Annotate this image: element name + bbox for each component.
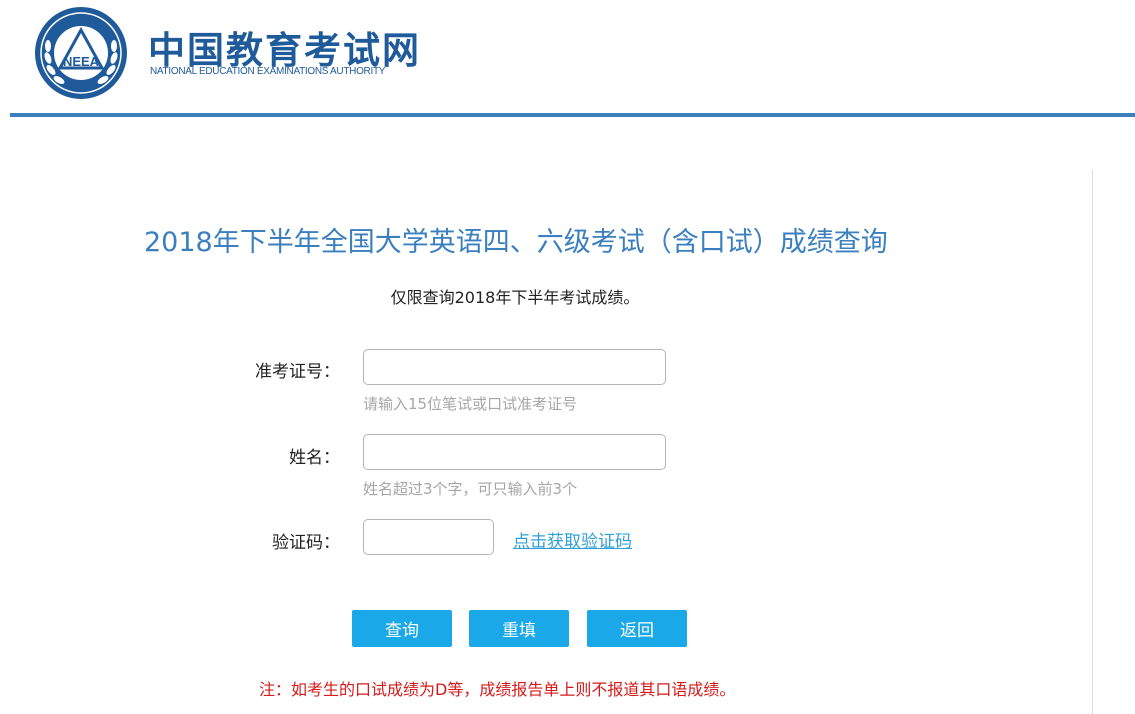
ticket-number-label: 准考证号： — [255, 362, 340, 382]
name-hint: 姓名超过3个字，可只输入前3个 — [363, 480, 578, 498]
reset-button[interactable]: 重填 — [469, 610, 569, 647]
emblem-label: NEEA — [63, 54, 100, 69]
name-label: 姓名： — [289, 448, 340, 468]
name-input[interactable] — [363, 434, 666, 470]
ticket-number-input[interactable] — [363, 349, 666, 385]
site-header: NEEA 中国教育考试网 NATIONAL EDUCATION EXAMINAT… — [0, 0, 1135, 118]
page: NEEA 中国教育考试网 NATIONAL EDUCATION EXAMINAT… — [0, 0, 1135, 714]
site-logo-subtitle: NATIONAL EDUCATION EXAMINATIONS AUTHORIT… — [150, 66, 386, 77]
page-title: 2018年下半年全国大学英语四、六级考试（含口试）成绩查询 — [144, 227, 888, 258]
header-divider — [10, 113, 1135, 117]
back-button[interactable]: 返回 — [587, 610, 687, 647]
captcha-input[interactable] — [363, 519, 494, 555]
neea-emblem-icon: NEEA — [35, 7, 127, 99]
get-captcha-link[interactable]: 点击获取验证码 — [513, 527, 632, 552]
captcha-label: 验证码： — [272, 533, 340, 553]
oral-score-note: 注：如考生的口试成绩为D等，成绩报告单上则不报道其口语成绩。 — [259, 680, 736, 699]
ticket-number-hint: 请输入15位笔试或口试准考证号 — [363, 395, 578, 413]
page-subtitle: 仅限查询2018年下半年考试成绩。 — [390, 288, 640, 307]
content-side-divider — [1092, 170, 1093, 714]
query-button[interactable]: 查询 — [352, 610, 452, 647]
